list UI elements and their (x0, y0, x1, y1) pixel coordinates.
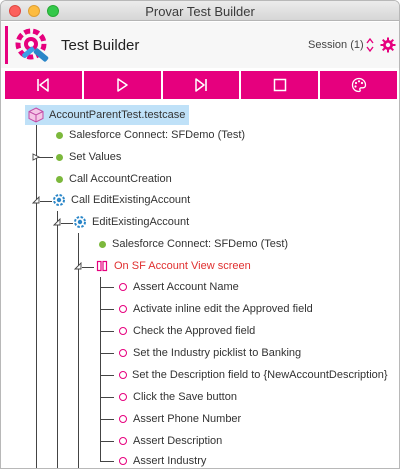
tree-item-label: On SF Account View screen (114, 260, 251, 272)
step-pending-icon (119, 283, 127, 291)
step-forward-icon (195, 78, 207, 92)
collapse-arrow-icon[interactable] (74, 262, 82, 270)
step-pending-icon (119, 349, 127, 357)
window-title: Provar Test Builder (145, 4, 255, 19)
step-back-button[interactable] (5, 71, 82, 99)
tree-item-label: Call EditExistingAccount (71, 194, 191, 206)
tree-item-label: Assert Phone Number (133, 413, 242, 425)
header-accent-bar (5, 26, 8, 64)
tree-item-label: Click the Save button (133, 391, 237, 403)
tree-item[interactable]: Salesforce Connect: SFDemo (Test) (56, 125, 245, 145)
tree-item[interactable]: Assert Description (119, 431, 222, 451)
session-chevron-icon[interactable] (365, 37, 375, 53)
step-pending-icon (119, 327, 127, 335)
tree-connector-line (100, 287, 114, 288)
tree-root-selected[interactable]: AccountParentTest.testcase (25, 105, 190, 125)
tree-item[interactable]: EditExistingAccount (73, 212, 189, 232)
screen-group-icon (96, 260, 108, 272)
stop-button[interactable] (241, 71, 319, 99)
app-window: Provar Test Builder Test Builder Session… (0, 0, 400, 469)
test-case-tree: AccountParentTest.testcase Salesforce Co… (1, 103, 399, 468)
app-title: Test Builder (61, 37, 140, 54)
expand-arrow-icon[interactable] (32, 153, 40, 161)
tree-item[interactable]: Click the Save button (119, 387, 237, 407)
tree-item[interactable]: Check the Approved field (119, 321, 255, 341)
tree-item[interactable]: Set the Description field to {NewAccount… (119, 365, 388, 385)
status-success-icon (99, 240, 106, 248)
step-back-icon (37, 78, 50, 92)
tree-item[interactable]: Set the Industry picklist to Banking (119, 343, 301, 363)
play-icon (117, 78, 128, 92)
status-success-icon (56, 131, 63, 139)
call-step-icon (53, 194, 65, 206)
gear-icon[interactable] (380, 37, 396, 53)
tree-item[interactable]: Assert Phone Number (119, 409, 241, 429)
app-header: Test Builder Session (1) (1, 22, 399, 68)
tree-item[interactable]: Call AccountCreation (56, 169, 172, 189)
step-pending-icon (119, 393, 127, 401)
tree-item-label: Assert Account Name (133, 281, 239, 293)
tree-item-label: Salesforce Connect: SFDemo (Test) (69, 129, 246, 141)
tree-connector-line (57, 211, 58, 468)
tree-item-label: EditExistingAccount (92, 216, 190, 228)
tree-item-label: Set the Description field to {NewAccount… (132, 369, 388, 381)
tree-connector-line (100, 441, 114, 442)
tree-item[interactable]: Activate inline edit the Approved field (119, 299, 313, 319)
tree-connector-line (100, 309, 114, 310)
tree-connector-line (100, 461, 114, 462)
stop-icon (273, 78, 287, 92)
collapse-arrow-icon[interactable] (53, 218, 61, 226)
tree-item[interactable]: Set Values (56, 147, 121, 167)
tree-item[interactable]: Assert Industry (119, 451, 207, 468)
tree-item-label: Salesforce Connect: SFDemo (Test) (112, 238, 289, 250)
tree-root-label: AccountParentTest.testcase (49, 109, 186, 121)
tree-item-label: Check the Approved field (133, 325, 256, 337)
tree-item-label: Assert Industry (133, 455, 207, 467)
tree-connector-line (61, 223, 73, 224)
tree-connector-line (36, 123, 37, 468)
step-pending-icon (119, 437, 127, 445)
step-pending-icon (119, 371, 127, 379)
tree-item-label: Assert Description (133, 435, 223, 447)
step-pending-icon (119, 305, 127, 313)
tree-connector-line (100, 375, 114, 376)
tree-connector-line (100, 353, 114, 354)
palette-icon (351, 77, 366, 93)
tree-item-screen-step[interactable]: On SF Account View screen (96, 256, 251, 276)
session-selector[interactable]: Session (1) (308, 39, 364, 51)
testcase-cube-icon (28, 107, 44, 123)
tree-connector-line (40, 201, 52, 202)
run-toolbar (5, 71, 397, 99)
tree-item[interactable]: Call EditExistingAccount (52, 190, 190, 210)
call-step-icon (74, 216, 86, 228)
tree-connector-line (100, 419, 114, 420)
step-pending-icon (119, 457, 127, 465)
tree-connector-line (100, 397, 114, 398)
test-builder-logo-icon (15, 28, 49, 62)
tree-item[interactable]: Salesforce Connect: SFDemo (Test) (99, 234, 288, 254)
tree-connector-line (100, 331, 114, 332)
palette-button[interactable] (320, 71, 397, 99)
tree-connector-line (100, 277, 101, 461)
collapse-arrow-icon[interactable] (32, 196, 40, 204)
tree-item-label: Activate inline edit the Approved field (133, 303, 313, 315)
tree-root[interactable]: AccountParentTest.testcase (25, 105, 190, 125)
run-button[interactable] (83, 71, 161, 99)
tree-item-label: Set the Industry picklist to Banking (133, 347, 302, 359)
tree-connector-line (82, 267, 94, 268)
tree-item-label: Call AccountCreation (69, 173, 172, 185)
step-forward-button[interactable] (162, 71, 240, 99)
status-success-icon (56, 175, 63, 183)
tree-item[interactable]: Assert Account Name (119, 277, 239, 297)
title-bar: Provar Test Builder (1, 1, 399, 21)
status-success-icon (56, 153, 63, 161)
tree-item-label: Set Values (69, 151, 122, 163)
step-pending-icon (119, 415, 127, 423)
